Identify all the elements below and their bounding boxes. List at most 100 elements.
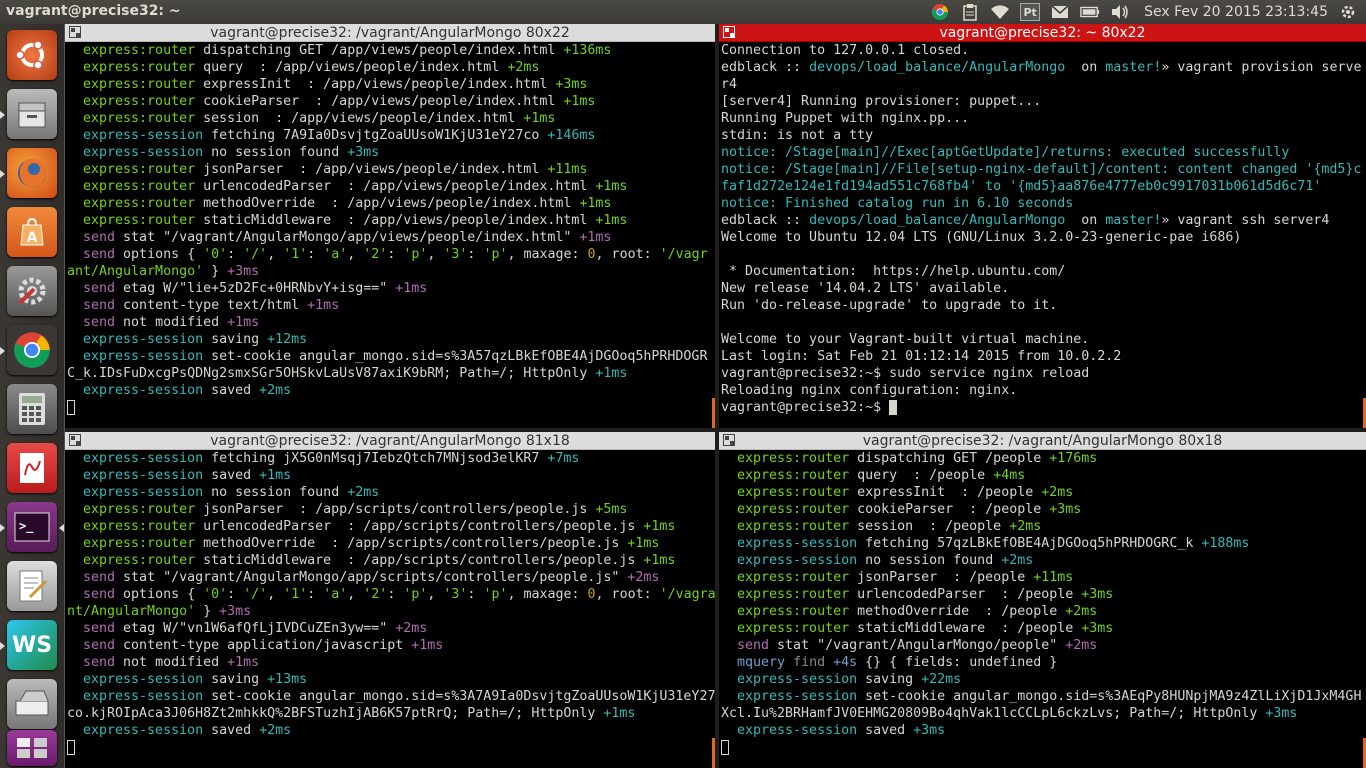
terminal-window-bottom-left[interactable]: vagrant@precise32: /vagrant/AngularMongo… xyxy=(65,432,715,768)
terminal-text: expressInit : /app/views/people/index.ht… xyxy=(203,77,556,92)
terminal-text: staticMiddleware : /people xyxy=(857,621,1082,636)
terminal-text: express-session xyxy=(67,332,212,347)
terminal-text: +1ms xyxy=(259,468,292,483)
document-viewer-icon[interactable] xyxy=(7,443,57,493)
terminal-output[interactable]: express-session fetching jX5G0nMsqj7Iebz… xyxy=(65,450,715,756)
terminal-line: express-session fetching 57qzLBkEfOBE4Aj… xyxy=(721,535,1366,552)
terminal-titlebar[interactable]: vagrant@precise32: /vagrant/AngularMongo… xyxy=(719,432,1366,450)
gear-icon[interactable] xyxy=(1338,3,1358,21)
terminal-text: , xyxy=(427,587,444,602)
scrollbar-thumb[interactable] xyxy=(712,738,715,768)
file-manager-icon[interactable] xyxy=(7,89,57,139)
terminal-output[interactable]: express:router dispatching GET /app/view… xyxy=(65,42,715,416)
terminal-text: set-cookie angular_mongo.sid=s%3A7A9Ia0D… xyxy=(211,689,715,704)
terminal-text: +3ms xyxy=(219,604,252,619)
terminal-text: nt/AngularMongo' xyxy=(67,604,196,619)
terminal-window-top-right[interactable]: vagrant@precise32: ~ 80x22 Connection to… xyxy=(719,24,1366,428)
terminal-text: dispatching GET /app/views/people/index.… xyxy=(203,43,564,58)
terminal-line: send stat "/vagrant/AngularMongo/people"… xyxy=(721,637,1366,654)
terminal-text: '/vagra xyxy=(659,587,715,602)
battery-icon[interactable] xyxy=(1080,3,1100,21)
terminal-text: express-session xyxy=(721,553,866,568)
terminal-text: urlencodedParser : /app/views/people/ind… xyxy=(203,179,596,194)
terminal-text: express:router xyxy=(721,587,858,602)
terminal-line: express:router session : /people +2ms xyxy=(721,518,1366,535)
terminal-text: faf1d272e124e1fd194ad551c768fb4' to '{md… xyxy=(721,179,1322,194)
terminal-titlebar[interactable]: vagrant@precise32: /vagrant/AngularMongo… xyxy=(65,24,715,42)
terminal-output[interactable]: Connection to 127.0.0.1 closed. edblack :… xyxy=(719,42,1366,416)
terminal-text: +146ms xyxy=(547,128,596,143)
calculator-icon[interactable] xyxy=(7,384,57,434)
terminal-line: co.kjROIpAca3J06H8Zt2mhkkQ%2BFSTuzhIjAB6… xyxy=(67,705,715,722)
terminal-line: Reloading nginx configuration: nginx. xyxy=(721,382,1366,399)
scanner-icon[interactable] xyxy=(7,679,57,729)
terminal-text: +4ms xyxy=(993,468,1026,483)
terminal-line: express:router urlencodedParser : /peopl… xyxy=(721,586,1366,603)
terminal-text: saving xyxy=(865,672,922,687)
terminal-text: Running Puppet with nginx.pp... xyxy=(721,111,970,126)
terminal-output[interactable]: express:router dispatching GET /people +… xyxy=(719,450,1366,756)
running-indicator xyxy=(0,111,5,119)
terminal-line: express-session set-cookie angular_mongo… xyxy=(67,348,715,365)
terminal-titlebar[interactable]: vagrant@precise32: ~ 80x22 xyxy=(719,24,1366,42)
terminal-menu-icon[interactable] xyxy=(69,26,81,38)
terminal-window-bottom-right[interactable]: vagrant@precise32: /vagrant/AngularMongo… xyxy=(719,432,1366,768)
terminal-text: +136ms xyxy=(563,43,612,58)
terminal-text: express:router xyxy=(67,502,204,517)
webstorm-icon[interactable]: WS xyxy=(7,620,57,670)
terminal-text: master! xyxy=(1105,213,1162,228)
terminal-line: express:router cookieParser : /app/views… xyxy=(67,93,715,110)
clipboard-icon[interactable] xyxy=(960,3,980,21)
software-center-icon[interactable]: A xyxy=(7,207,57,257)
svg-text:A: A xyxy=(27,230,38,246)
workspace-switcher-icon[interactable] xyxy=(7,730,57,766)
terminal-titlebar[interactable]: vagrant@precise32: /vagrant/AngularMongo… xyxy=(65,432,715,450)
terminal-line: faf1d272e124e1fd194ad551c768fb4' to '{md… xyxy=(721,178,1366,195)
terminal-text: +4s xyxy=(833,655,866,670)
terminal-line: [server4] Running provisioner: puppet... xyxy=(721,93,1366,110)
terminal-window-top-left[interactable]: vagrant@precise32: /vagrant/AngularMongo… xyxy=(65,24,715,428)
terminal-text: express:router xyxy=(67,111,204,126)
terminal-menu-icon[interactable] xyxy=(69,434,81,446)
terminal-menu-icon[interactable] xyxy=(723,434,735,446)
terminal-text: express:router xyxy=(67,179,204,194)
terminal-text: » vagrant ssh server4 xyxy=(1161,213,1330,228)
terminal-text: content-type text/html xyxy=(123,298,308,313)
terminal-text: , xyxy=(347,247,364,262)
terminal-text: send xyxy=(67,638,124,653)
chrome-icon[interactable] xyxy=(7,325,57,375)
terminal-text: cookieParser : /app/views/people/index.h… xyxy=(203,94,564,109)
system-settings-icon[interactable] xyxy=(7,266,57,316)
keyboard-layout-icon[interactable]: Pt xyxy=(1020,3,1041,21)
terminal-text: +2ms xyxy=(1001,553,1034,568)
terminal-text: no session found xyxy=(211,485,348,500)
terminal-line: express-session no session found +2ms xyxy=(67,484,715,501)
terminal-text: session : /people xyxy=(857,519,1010,534)
terminal-text: fetching 57qzLBkEfOBE4AjDGOoq5hPRHDOGRC_… xyxy=(865,536,1202,551)
clock[interactable]: Sex Fev 20 2015 23:13:45 xyxy=(1144,4,1328,20)
terminal-text: set-cookie angular_mongo.sid=s%3AEqPy8HU… xyxy=(865,689,1362,704)
terminal-text: C_k.IDsFuDxcgPsQDNg2smxSGr5OHSkvLaUsV87a… xyxy=(67,366,596,381)
terminal-title: vagrant@precise32: /vagrant/AngularMongo… xyxy=(210,25,570,41)
terminal-icon[interactable]: >_ xyxy=(7,502,57,552)
chrome-icon[interactable] xyxy=(930,3,950,21)
volume-icon[interactable] xyxy=(1110,3,1130,21)
terminal-text: express:router xyxy=(721,468,858,483)
terminal-text: express-session xyxy=(67,689,212,704)
terminal-text: etag W/"lie+5zD2Fc+0HRNbvY+isg==" xyxy=(123,281,396,296)
terminal-text: +3ms xyxy=(1081,621,1114,636)
terminal-text: express-session xyxy=(67,383,212,398)
wifi-icon[interactable] xyxy=(990,3,1010,21)
terminal-text: express:router xyxy=(721,604,858,619)
scrollbar-thumb[interactable] xyxy=(712,398,715,428)
terminal-text: etag W/"vn1W6afQfLjIVDCuZEn3yw==" xyxy=(123,621,396,636)
terminal-menu-icon[interactable] xyxy=(723,26,735,38)
terminal-line: express:router query : /people +4ms xyxy=(721,467,1366,484)
ubuntu-dash-icon[interactable] xyxy=(7,30,57,80)
text-editor-icon[interactable] xyxy=(7,561,57,611)
terminal-line: express:router cookieParser : /people +3… xyxy=(721,501,1366,518)
terminal-text: devops/load_balance/AngularMongo xyxy=(809,213,1074,228)
terminal-line: Welcome to Ubuntu 12.04 LTS (GNU/Linux 3… xyxy=(721,229,1366,246)
mail-icon[interactable] xyxy=(1050,3,1070,21)
firefox-icon[interactable] xyxy=(7,148,57,198)
